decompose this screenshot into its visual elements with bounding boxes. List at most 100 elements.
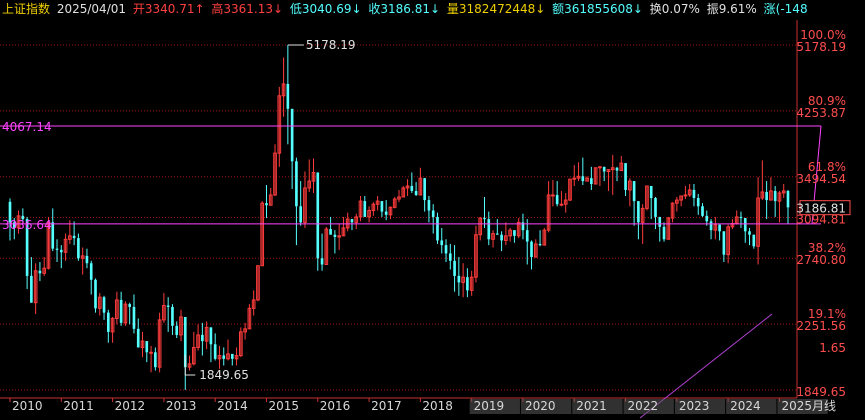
year-label: 2019 [474,399,505,413]
candle-body-down [106,312,110,332]
horizontal-line-label: 4067.14 [2,120,52,134]
candle-body-down [55,248,59,250]
candle-body-down [213,344,217,359]
candle-body-down [444,245,448,254]
candle-body-down [209,327,213,345]
candle-body-down [525,230,529,242]
candle-body-down [615,167,619,171]
candle-body-up [572,177,577,180]
candle-body-down [102,297,106,313]
low-marker-label: 1849.65 [199,368,249,382]
level-price-label: 5178.19 [796,40,846,54]
candle-body-down [530,241,533,258]
level-price-label: 2251.56 [796,319,846,333]
candle-body-down [752,234,756,247]
candle-body-down [410,185,414,191]
candle-body-down [51,222,55,249]
candle-body-down [265,203,268,206]
candle-body-down [85,255,89,264]
candle-body-down [765,191,768,201]
candle-body-down [350,219,354,223]
year-label: 2013 [166,399,197,413]
candle-body-down [175,325,179,335]
freq-label: 月线 [812,399,836,413]
candle-body-down [363,201,367,217]
side-toolbar-strip[interactable] [852,20,865,400]
candle-body-down [414,190,418,195]
year-label: 2016 [320,399,351,413]
candle-body-down [602,166,606,172]
candle-body-down [295,161,298,207]
year-label: 2020 [525,399,556,413]
candle-body-up [149,351,153,354]
candle-body-down [299,206,303,223]
candle-body-down [739,216,743,219]
candle-body-down [705,215,709,222]
year-label: 2023 [679,399,710,413]
candle-body-down [448,253,452,261]
candle-body-down [513,230,516,236]
candle-body-down [649,185,653,199]
candle-body-down [748,231,751,235]
candle-body-down [119,299,123,323]
level-price-label: 4253.87 [796,106,846,120]
year-label: 2011 [63,399,94,413]
candle-body-down [136,328,140,348]
candle-body-down [487,219,491,240]
candle-body-down [495,233,499,235]
candle-body-down [436,216,439,241]
candle-body-down [722,231,726,255]
candle-body-down [89,263,93,280]
candle-body-down [431,210,435,217]
candle-body-down [201,334,204,342]
candle-body-down [171,306,174,326]
candle-body-down [132,306,136,329]
candle-body-down [230,353,234,359]
year-label: 2024 [730,399,761,413]
year-label: 2018 [422,399,453,413]
candle-body-down [718,224,721,232]
time-axis: 2010 2011 2012 2013 2014 2015 2016 2017 2018 2019… [9,398,836,414]
drawn-lines[interactable]: 4067.14 3036.64 [0,120,822,419]
year-label: 2025 [781,399,812,413]
fib-grid [0,20,798,399]
candle-body-down [701,206,704,216]
candle-body-down [145,341,149,353]
candle-body-down [624,163,627,190]
candle-body-down [94,279,97,309]
candle-body-up [551,194,555,197]
candle-body-down [555,194,559,205]
candle-body-down [333,234,337,237]
candle-body-down [427,200,431,211]
candle-body-down [30,275,33,303]
candle-body-down [440,240,444,246]
candle-body-down [329,229,332,235]
candle-body-down [773,190,777,202]
candle-body-down [786,190,790,208]
candle-body-down [696,198,700,207]
candle-body-down [466,277,469,291]
candle-body-down [709,221,713,231]
year-label: 2017 [371,399,402,413]
candle-body-down [637,201,640,223]
candle-body-down [286,83,290,109]
candle-body-down [654,198,657,217]
candle-body-down [457,275,461,283]
candlestick-chart[interactable]: 4067.14 3036.64 100.0%5178.1980.9%4253.87… [0,0,865,420]
level-price-label: 3494.54 [796,172,846,186]
candle-body-down [500,234,503,241]
candle-body-down [290,108,294,162]
price-axis: 100.0%5178.1980.9%4253.8761.8%3494.54309… [796,28,851,399]
candle-body-up [559,203,564,206]
candle-body-down [59,249,63,253]
year-label: 2021 [576,399,607,413]
candle-body-down [453,260,456,276]
candle-body-down [72,235,76,239]
candle-body-down [581,176,585,182]
candle-body-down [316,172,320,259]
horizontal-line-label: 3036.64 [2,218,52,232]
candle-body-down [743,218,747,232]
candle-body-down [538,243,542,246]
candle-body-down [423,178,426,201]
year-label: 2022 [628,399,659,413]
